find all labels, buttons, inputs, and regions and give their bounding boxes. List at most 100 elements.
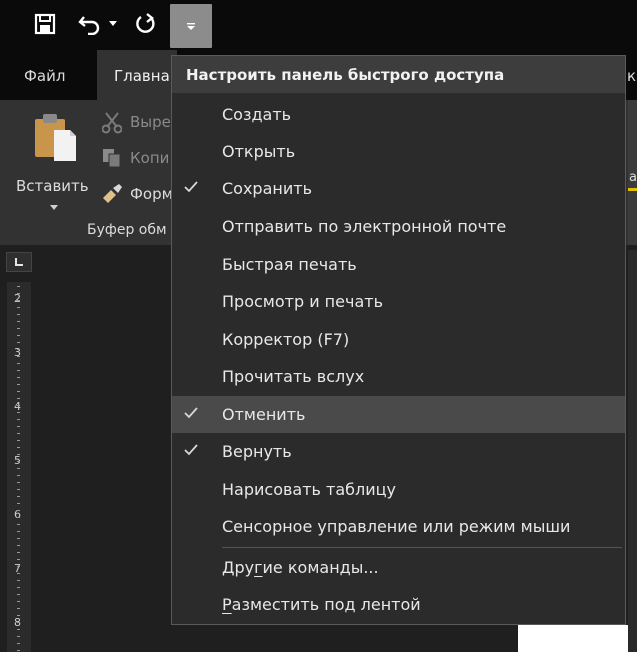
ruler-tick [17,636,20,637]
format-painter-button[interactable]: Форм [100,182,173,208]
ruler-tick [17,412,20,413]
ruler-tick [17,496,20,497]
format-painter-label: Форм [130,185,173,203]
ruler-tick [17,650,20,651]
menu-header: Настроить панель быстрого доступа [172,56,625,93]
tab-file[interactable]: Файл [24,50,65,100]
ruler-tick [17,356,20,357]
menu-item-open[interactable]: Открыть [172,133,625,170]
ruler-tick [17,587,20,588]
vertical-ruler[interactable]: 2 3 4 5 6 7 8 [7,282,31,652]
menu-item-label: Быстрая печать [222,255,357,274]
menu-separator [222,547,622,548]
undo-dropdown-button[interactable] [106,8,120,40]
save-icon [34,13,56,35]
copy-button[interactable]: Копи [100,146,170,172]
menu-item-draw-table[interactable]: Нарисовать таблицу [172,471,625,508]
ruler-number: 3 [14,346,21,359]
ruler-tick [17,349,20,350]
menu-item-more-commands[interactable]: Другие команды... [172,549,625,586]
ruler-tick [17,531,20,532]
ruler-tick [17,559,20,560]
save-button[interactable] [30,8,60,40]
menu-item-touch-mouse-mode[interactable]: Сенсорное управление или режим мыши [172,508,625,545]
ruler-tick [17,461,20,462]
ruler-tick [17,545,20,546]
menu-item-label: Сенсорное управление или режим мыши [222,517,571,536]
ruler-tick [17,538,20,539]
ribbon-edge-label: а [629,170,637,185]
customize-qat-menu: Настроить панель быстрого доступа Создат… [171,55,626,625]
copy-label: Копи [130,149,170,167]
ruler-tick [17,482,20,483]
menu-item-label: Сохранить [222,179,312,198]
customize-qat-button[interactable] [170,4,212,48]
ruler-tick [17,314,20,315]
customize-qat-icon [187,23,195,30]
menu-item-label: Отменить [222,405,306,424]
redo-button[interactable] [131,8,159,40]
menu-item-undo[interactable]: Отменить [172,396,625,433]
document-right-edge [628,250,637,652]
ribbon-right-edge: а [628,100,637,245]
ruler-tick [17,328,20,329]
ruler-tick [17,552,20,553]
menu-item-label: Отправить по электронной почте [222,217,507,236]
menu-item-label: Создать [222,105,292,124]
paste-label: Вставить [16,177,89,195]
undo-icon [78,16,100,35]
ruler-tick [17,510,20,511]
menu-item-redo[interactable]: Вернуть [172,433,625,470]
ruler-tick [17,566,20,567]
ruler-tick [17,594,20,595]
ruler-tick [17,293,20,294]
ruler-tick [17,377,20,378]
ruler-tick [17,573,20,574]
ruler-tick [17,300,20,301]
ruler-tick [17,524,20,525]
scissors-icon [102,112,122,134]
ruler-tick [17,342,20,343]
tab-stop-left-icon [15,258,23,266]
document-page[interactable] [518,625,628,652]
cut-button[interactable]: Выре [100,110,171,136]
ruler-tick [17,622,20,623]
menu-item-save[interactable]: Сохранить [172,170,625,207]
tab-home[interactable]: Главна [97,50,177,100]
quick-access-toolbar [0,0,637,50]
ruler-tick [17,370,20,371]
tab-partial[interactable]: к [627,50,636,100]
ruler-tick [17,335,20,336]
ruler-tick [17,615,20,616]
ruler-tick [17,517,20,518]
ruler-tick [17,440,20,441]
undo-button[interactable] [76,8,104,40]
ruler-tick [17,419,20,420]
menu-item-spelling[interactable]: Корректор (F7) [172,321,625,358]
menu-item-label: Другие команды... [222,558,379,577]
clipboard-group-label: Буфер обм [87,222,167,238]
menu-item-read-aloud[interactable]: Прочитать вслух [172,358,625,395]
ruler-tick [17,307,20,308]
menu-item-new[interactable]: Создать [172,96,625,133]
ruler-tick [17,384,20,385]
paste-button[interactable]: Вставить [12,110,94,210]
menu-item-label: Просмотр и печать [222,292,383,311]
menu-item-email[interactable]: Отправить по электронной почте [172,208,625,245]
highlight-color-bar [628,188,637,191]
ruler-tick [17,405,20,406]
ruler-tick [17,608,20,609]
menu-item-label: Разместить под лентой [222,595,421,614]
tab-selector[interactable] [6,252,32,272]
ruler-tick [17,321,20,322]
menu-item-label: Нарисовать таблицу [222,480,397,499]
redo-icon [136,13,155,33]
ruler-tick [17,643,20,644]
menu-item-place-below-ribbon[interactable]: Разместить под лентой [172,586,625,623]
menu-item-quick-print[interactable]: Быстрая печать [172,246,625,283]
ruler-tick [17,286,20,287]
ruler-tick [17,426,20,427]
ruler-tick [17,468,20,469]
menu-item-print-preview[interactable]: Просмотр и печать [172,283,625,320]
ruler-tick [17,475,20,476]
